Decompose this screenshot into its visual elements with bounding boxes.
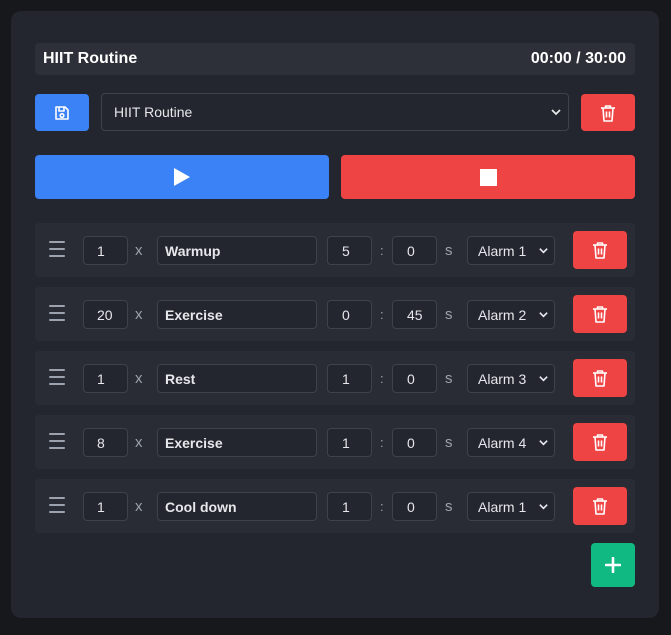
delete-interval-button[interactable]: [573, 487, 627, 525]
interval-row: 1 x Warmup 5 : 0 s Alarm 1: [35, 223, 635, 277]
reps-input[interactable]: 1: [83, 364, 128, 393]
chevron-down-icon: [539, 312, 548, 318]
interval-name-input[interactable]: Cool down: [157, 492, 317, 521]
times-label: x: [135, 306, 143, 323]
reps-input[interactable]: 8: [83, 428, 128, 457]
seconds-unit-label: s: [445, 370, 453, 387]
interval-row: 20 x Exercise 0 : 45 s Alarm 2: [35, 287, 635, 341]
trash-icon: [593, 306, 607, 323]
alarm-select-value: Alarm 4: [478, 434, 527, 451]
trash-icon: [593, 242, 607, 259]
reps-input[interactable]: 1: [83, 492, 128, 521]
interval-row: 8 x Exercise 1 : 0 s Alarm 4: [35, 415, 635, 469]
play-button[interactable]: [35, 155, 329, 199]
seconds-unit-label: s: [445, 306, 453, 323]
times-label: x: [135, 370, 143, 387]
delete-interval-button[interactable]: [573, 295, 627, 333]
chevron-down-icon: [539, 376, 548, 382]
interval-list: 1 x Warmup 5 : 0 s Alarm 1 20 x Exercise…: [35, 223, 635, 543]
floppy-disk-icon: [55, 105, 69, 120]
drag-handle-icon[interactable]: [49, 305, 65, 321]
alarm-select-value: Alarm 1: [478, 498, 527, 515]
seconds-input[interactable]: 0: [392, 428, 437, 457]
reps-input[interactable]: 1: [83, 236, 128, 265]
alarm-select-value: Alarm 1: [478, 242, 527, 259]
trash-icon: [593, 498, 607, 515]
routine-select[interactable]: HIIT Routine: [101, 93, 569, 131]
drag-handle-icon[interactable]: [49, 433, 65, 449]
reps-input[interactable]: 20: [83, 300, 128, 329]
times-label: x: [135, 434, 143, 451]
interval-row: 1 x Rest 1 : 0 s Alarm 3: [35, 351, 635, 405]
alarm-select-value: Alarm 3: [478, 370, 527, 387]
time-separator: :: [380, 371, 384, 386]
seconds-input[interactable]: 0: [392, 492, 437, 521]
alarm-select[interactable]: Alarm 1: [467, 492, 555, 521]
interval-name-input[interactable]: Rest: [157, 364, 317, 393]
chevron-down-icon: [539, 248, 548, 254]
chevron-down-icon: [551, 109, 561, 116]
time-separator: :: [380, 435, 384, 450]
alarm-select[interactable]: Alarm 2: [467, 300, 555, 329]
seconds-unit-label: s: [445, 498, 453, 515]
interval-row: 1 x Cool down 1 : 0 s Alarm 1: [35, 479, 635, 533]
routine-select-value: HIIT Routine: [114, 104, 193, 120]
interval-name-input[interactable]: Exercise: [157, 300, 317, 329]
save-button[interactable]: [35, 94, 89, 131]
alarm-select[interactable]: Alarm 1: [467, 236, 555, 265]
chevron-down-icon: [539, 440, 548, 446]
plus-icon: [605, 557, 621, 573]
drag-handle-icon[interactable]: [49, 497, 65, 513]
routine-title: HIIT Routine: [43, 50, 138, 67]
add-interval-button[interactable]: [591, 543, 635, 587]
stop-button[interactable]: [341, 155, 635, 199]
delete-interval-button[interactable]: [573, 359, 627, 397]
seconds-input[interactable]: 45: [392, 300, 437, 329]
trash-icon: [601, 104, 615, 122]
minutes-input[interactable]: 5: [327, 236, 372, 265]
seconds-input[interactable]: 0: [392, 364, 437, 393]
time-separator: :: [380, 499, 384, 514]
minutes-input[interactable]: 1: [327, 364, 372, 393]
timer-display: 00:00 / 30:00: [530, 50, 626, 67]
alarm-select[interactable]: Alarm 3: [467, 364, 555, 393]
interval-name-input[interactable]: Warmup: [157, 236, 317, 265]
trash-icon: [593, 434, 607, 451]
seconds-unit-label: s: [445, 434, 453, 451]
delete-interval-button[interactable]: [573, 423, 627, 461]
time-separator: :: [380, 307, 384, 322]
timer-panel: HIIT Routine 00:00 / 30:00 HIIT Routine …: [11, 11, 659, 618]
delete-routine-button[interactable]: [581, 94, 635, 131]
alarm-select[interactable]: Alarm 4: [467, 428, 555, 457]
minutes-input[interactable]: 0: [327, 300, 372, 329]
times-label: x: [135, 242, 143, 259]
minutes-input[interactable]: 1: [327, 492, 372, 521]
delete-interval-button[interactable]: [573, 231, 627, 269]
minutes-input[interactable]: 1: [327, 428, 372, 457]
drag-handle-icon[interactable]: [49, 369, 65, 385]
alarm-select-value: Alarm 2: [478, 306, 527, 323]
seconds-input[interactable]: 0: [392, 236, 437, 265]
trash-icon: [593, 370, 607, 387]
chevron-down-icon: [539, 504, 548, 510]
routine-header: HIIT Routine 00:00 / 30:00: [35, 43, 635, 75]
drag-handle-icon[interactable]: [49, 241, 65, 257]
times-label: x: [135, 498, 143, 515]
interval-name-input[interactable]: Exercise: [157, 428, 317, 457]
seconds-unit-label: s: [445, 242, 453, 259]
stop-icon: [479, 168, 497, 186]
time-separator: :: [380, 243, 384, 258]
play-icon: [174, 168, 190, 186]
